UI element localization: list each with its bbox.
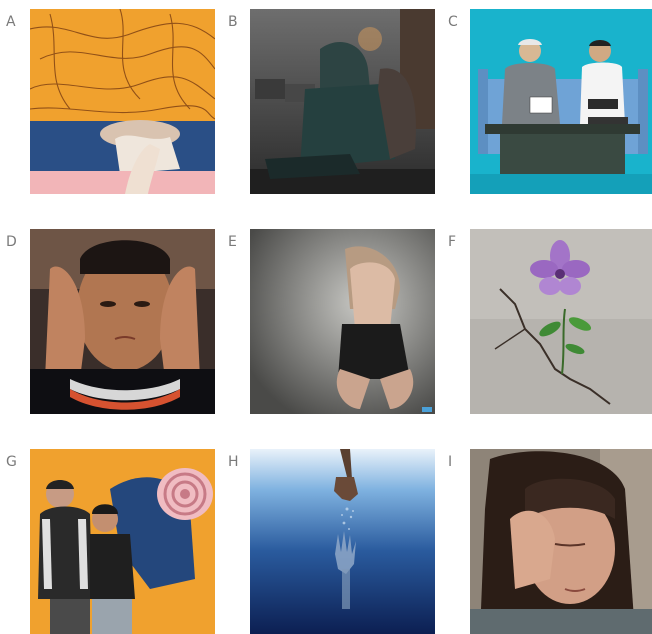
label-f: F	[448, 234, 457, 250]
image-e-woman-crouching-against-wall	[250, 229, 435, 414]
label-h: H	[228, 454, 239, 470]
image-c-therapy-session-illustration	[470, 9, 652, 194]
label-d: D	[6, 234, 17, 250]
image-f-flower-growing-through-crack	[470, 229, 652, 414]
image-d-young-man-holding-head	[30, 229, 215, 414]
image-g-couple-collage-with-backpack	[30, 449, 215, 634]
image-i-woman-with-hand-on-forehead	[470, 449, 652, 634]
label-i: I	[448, 454, 453, 470]
label-b: B	[228, 14, 238, 30]
label-a: A	[6, 14, 16, 30]
image-b-hooded-person-sitting-on-street	[250, 9, 435, 194]
image-h-hands-reaching-underwater	[250, 449, 435, 634]
label-e: E	[228, 234, 237, 250]
image-a-person-under-orange-blanket	[30, 9, 215, 194]
label-g: G	[6, 454, 17, 470]
label-c: C	[448, 14, 458, 30]
